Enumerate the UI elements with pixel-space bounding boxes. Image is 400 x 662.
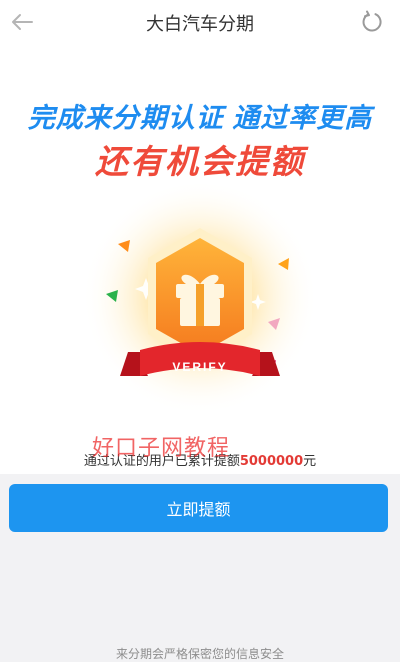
page-title: 大白汽车分期 <box>146 14 254 35</box>
app-header: 大白汽车分期 <box>0 0 400 44</box>
raise-limit-button[interactable]: 立即提额 <box>9 484 388 532</box>
stat-suffix: 元 <box>303 454 317 469</box>
verify-badge-illustration: VERIFY <box>70 184 330 434</box>
watermark: 好口子网教程 <box>92 436 231 461</box>
refresh-icon <box>362 10 382 32</box>
promo-subheadline: 还有机会提额 <box>95 143 305 180</box>
promo-panel: 完成来分期认证 通过率更高 还有机会提额 VERIFY 通过认证的用户已累计提额… <box>0 44 400 474</box>
verify-badge-label: VERIFY <box>172 360 228 374</box>
stat-amount: 5000000 <box>239 454 304 469</box>
privacy-note: 来分期会严格保密您的信息安全 <box>115 647 284 661</box>
refresh-button[interactable] <box>356 6 388 38</box>
promo-headline: 完成来分期认证 通过率更高 <box>27 103 373 133</box>
